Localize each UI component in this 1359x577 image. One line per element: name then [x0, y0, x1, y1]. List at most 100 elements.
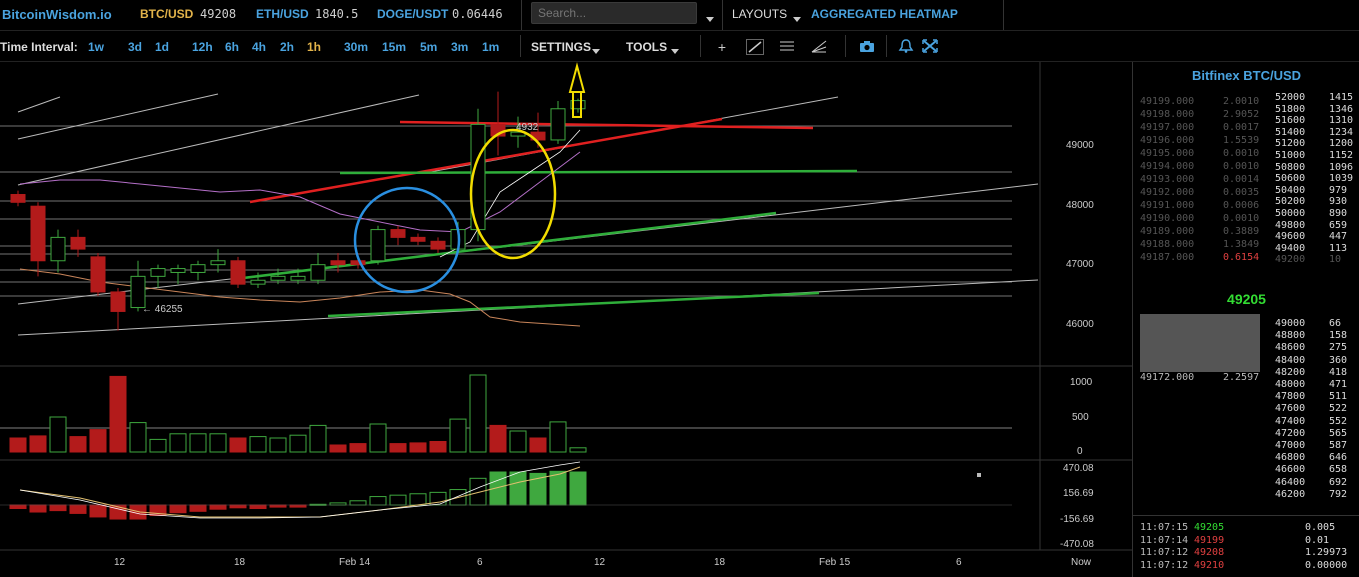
ask-right-price: 49400 [1275, 242, 1306, 254]
ask-right-amount: 979 [1329, 184, 1348, 196]
bid-right-amount: 522 [1329, 403, 1348, 415]
ask-right-price: 50000 [1275, 208, 1306, 219]
interval-1h[interactable]: 1h [307, 40, 321, 54]
candle-body [230, 260, 246, 285]
ask-left-price: 49198.000 [1140, 109, 1195, 120]
interval-30m[interactable]: 30m [344, 40, 368, 54]
candle-body [390, 229, 406, 238]
interval-toolbar: Time Interval: 1w 3d 1d 12h 6h 4h 2h 1h … [0, 33, 1359, 62]
bid-right-price: 47200 [1275, 427, 1306, 439]
macd-bar [389, 494, 407, 506]
candle-body [350, 260, 366, 266]
trade-time: 11:07:14 [1140, 534, 1189, 546]
bid-left-price: 49172.000 [1140, 372, 1195, 383]
price-axis-label: 48000 [1066, 200, 1094, 211]
interval-2h[interactable]: 2h [280, 40, 294, 54]
tools-menu[interactable]: TOOLS [626, 40, 667, 54]
candle-body [270, 275, 286, 281]
ask-left-price: 49187.000 [1140, 252, 1195, 263]
divider [845, 35, 846, 57]
cursor-marker [977, 473, 981, 477]
volume-axis-label: 0 [1077, 446, 1083, 457]
candle-body [370, 229, 386, 262]
trade-time: 11:07:15 [1140, 522, 1189, 533]
volume-bar [349, 443, 367, 453]
candle-body [310, 264, 326, 281]
volume-bar [189, 433, 207, 453]
candle-body [170, 268, 186, 273]
interval-1w[interactable]: 1w [88, 40, 104, 54]
volume-bar [109, 375, 127, 453]
interval-4h[interactable]: 4h [252, 40, 266, 54]
volume-bar [29, 435, 47, 453]
price-axis-label: 46000 [1066, 319, 1094, 330]
top-bar: BitcoinWisdom.io BTC/USD 49208 ETH/USD 1… [0, 0, 1359, 31]
last-price: 49205 [1227, 291, 1266, 307]
ask-right-amount: 1415 [1329, 92, 1354, 103]
trade-amount: 1.29973 [1305, 547, 1348, 558]
ask-right-price: 50600 [1275, 173, 1306, 185]
crosshair-icon[interactable]: + [713, 39, 731, 55]
macd-bar [509, 471, 527, 506]
candle-body [50, 236, 66, 262]
macd-bar [549, 470, 567, 506]
divider [886, 35, 887, 57]
interval-3m[interactable]: 3m [451, 40, 468, 54]
site-logo[interactable]: BitcoinWisdom.io [2, 7, 112, 22]
ask-right-amount: 10 [1329, 254, 1342, 266]
candle-body [210, 260, 226, 266]
bid-right-amount: 552 [1329, 415, 1348, 427]
search-dropdown-icon[interactable] [706, 12, 714, 26]
interval-5m[interactable]: 5m [420, 40, 437, 54]
layouts-caret-icon [793, 12, 801, 26]
price-btc-usd: 49208 [200, 7, 237, 21]
volume-axis-label: 1000 [1070, 377, 1093, 388]
ask-right-amount: 113 [1329, 242, 1348, 254]
orderbook-title: Bitfinex BTC/USD [1191, 68, 1302, 83]
fan-lines-icon[interactable] [810, 39, 828, 55]
camera-icon[interactable] [858, 39, 876, 55]
horizontal-lines-icon[interactable] [778, 39, 796, 55]
interval-3d[interactable]: 3d [128, 40, 142, 54]
price-axis-label: 49000 [1066, 140, 1094, 151]
trendline-icon[interactable] [746, 39, 764, 55]
ask-right-price: 51000 [1275, 150, 1306, 161]
ask-right-price: 51600 [1275, 115, 1306, 127]
macd-bar [29, 504, 47, 513]
interval-6h[interactable]: 6h [225, 40, 239, 54]
ask-left-amount: 0.0006 [1223, 200, 1260, 211]
ask-left-amount: 0.0017 [1223, 122, 1260, 133]
volume-bar [249, 436, 267, 453]
interval-1m[interactable]: 1m [482, 40, 499, 54]
interval-1d[interactable]: 1d [155, 40, 169, 54]
pair-eth-usd[interactable]: ETH/USD [256, 7, 309, 21]
ask-left-amount: 0.6154 [1223, 252, 1260, 263]
ask-right-price: 49600 [1275, 231, 1306, 243]
bid-right-price: 46800 [1275, 452, 1306, 464]
trade-time: 11:07:12 [1140, 547, 1189, 558]
aggregated-heatmap-link[interactable]: AGGREGATED HEATMAP [811, 7, 958, 21]
price-chart[interactable]: ← 46255 4932 49000 48000 47000 46000 100… [0, 62, 1132, 577]
bid-right-price: 46600 [1275, 464, 1306, 476]
high-price-label: 4932 [516, 122, 539, 133]
pair-btc-usd[interactable]: BTC/USD [140, 7, 193, 21]
trade-price: 49205 [1194, 522, 1225, 533]
bid-right-price: 47400 [1275, 415, 1306, 427]
macd-bar [169, 504, 187, 514]
interval-15m[interactable]: 15m [382, 40, 406, 54]
ask-left-price: 49193.000 [1140, 174, 1195, 185]
divider [1003, 0, 1004, 30]
bid-right-amount: 158 [1329, 330, 1348, 342]
pair-doge-usdt[interactable]: DOGE/USDT [377, 7, 448, 21]
volume-bar [409, 442, 427, 453]
search-input[interactable] [531, 2, 697, 24]
bid-right-price: 48800 [1275, 330, 1306, 342]
layouts-menu[interactable]: LAYOUTS [732, 7, 787, 21]
time-axis-label: Feb 14 [339, 557, 371, 568]
settings-menu[interactable]: SETTINGS [531, 40, 591, 54]
interval-12h[interactable]: 12h [192, 40, 213, 54]
fullscreen-icon[interactable] [921, 39, 939, 55]
volume-bar [569, 447, 587, 453]
bell-icon[interactable] [897, 39, 915, 55]
ask-right-price: 51800 [1275, 103, 1306, 115]
